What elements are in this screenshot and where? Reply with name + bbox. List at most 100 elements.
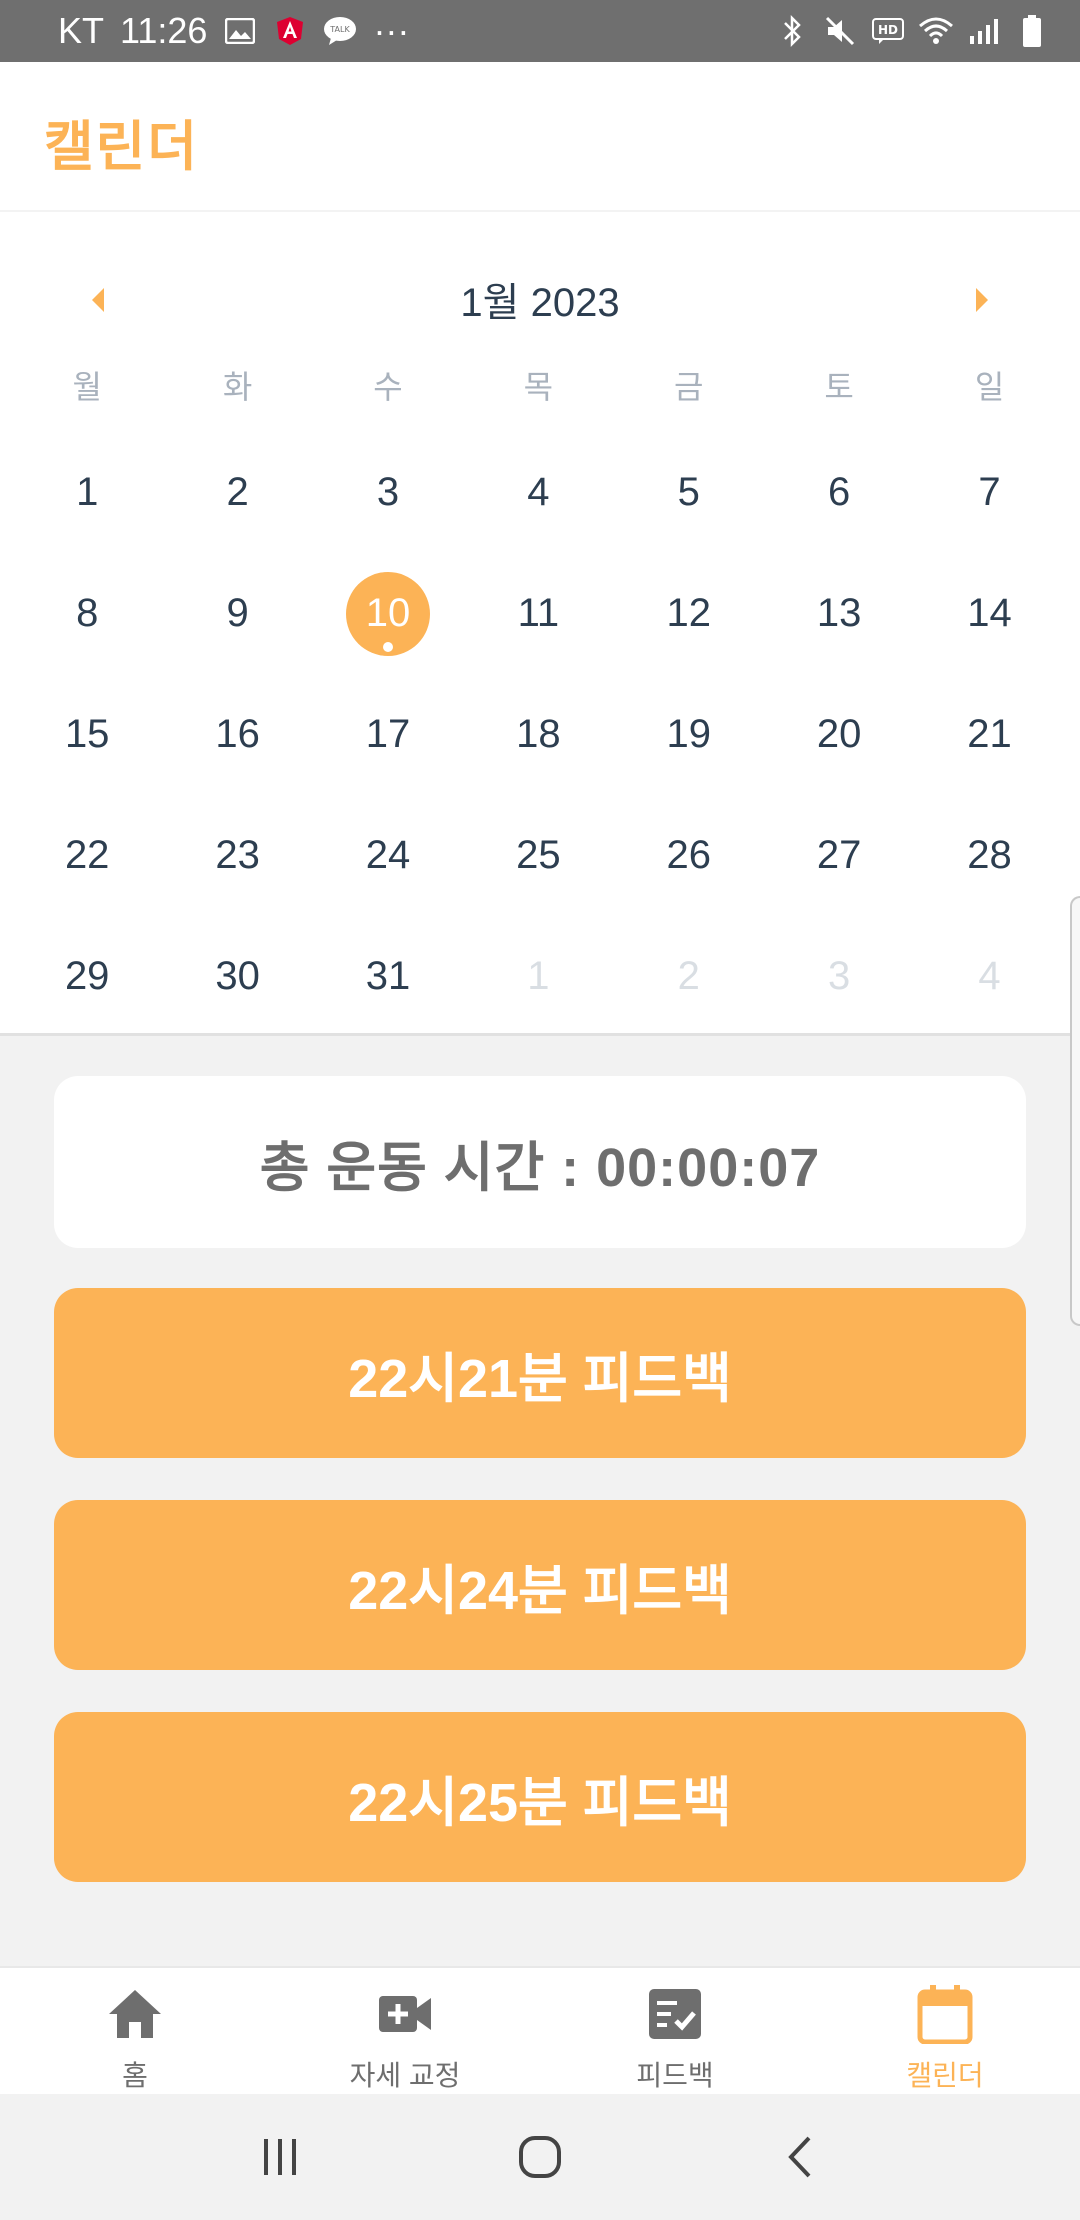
day-number: 29 [64, 954, 110, 998]
angular-app-icon [273, 16, 307, 46]
calendar-day[interactable]: 19 [614, 674, 764, 795]
nav-item-posture[interactable]: 자세 교정 [270, 1968, 540, 2094]
calendar-day[interactable]: 3 [313, 432, 463, 553]
status-time: 11:26 [120, 10, 208, 51]
home-circle-icon [519, 2136, 561, 2178]
day-number: 28 [967, 833, 1012, 877]
bluetooth-icon [774, 13, 810, 49]
recent-apps-icon [264, 2139, 296, 2175]
calendar-day[interactable]: 2 [614, 916, 764, 1037]
day-number: 9 [226, 591, 249, 635]
day-number: 1 [527, 954, 550, 998]
calendar-day[interactable]: 12 [614, 553, 764, 674]
day-number: 22 [64, 833, 110, 877]
home-system-button[interactable] [500, 2117, 580, 2197]
gallery-notification-icon [223, 16, 257, 46]
weekday-label: 화 [222, 369, 253, 405]
nav-item-home[interactable]: 홈 [0, 1968, 270, 2094]
day-number: 23 [215, 833, 260, 877]
kakaotalk-icon: TALK [323, 16, 357, 46]
calendar-day[interactable]: 5 [614, 432, 764, 553]
carrier-label: KT [58, 10, 105, 51]
calendar-day[interactable]: 31 [313, 916, 463, 1037]
home-icon [105, 1984, 165, 2044]
calendar-day[interactable]: 20 [764, 674, 914, 795]
weekday-label: 토 [824, 369, 854, 405]
calendar-day[interactable]: 26 [614, 795, 764, 916]
calendar-day[interactable]: 22 [12, 795, 162, 916]
event-dot [382, 641, 393, 652]
system-nav-bar [0, 2094, 1080, 2220]
calendar-day[interactable]: 2 [162, 432, 312, 553]
calendar-day[interactable]: 11 [463, 553, 613, 674]
feedback-button[interactable]: 22시21분 피드백 [54, 1288, 1026, 1458]
calendar-day[interactable]: 3 [764, 916, 914, 1037]
month-label: 1월 2023 [460, 281, 620, 325]
recent-apps-button[interactable] [240, 2117, 320, 2197]
day-number: 24 [365, 833, 411, 877]
calendar-week-row: 29 30 31 1 2 3 4 [12, 916, 1065, 1037]
calendar-day[interactable]: 18 [463, 674, 613, 795]
weekday-header: 월 화 수 목 금 토 일 [0, 362, 1080, 432]
calendar-day[interactable]: 9 [162, 553, 312, 674]
day-number: 18 [516, 712, 561, 756]
calendar-day[interactable]: 29 [12, 916, 162, 1037]
status-left: KT 11:26 TALK ··· [58, 10, 409, 52]
calendar-day[interactable]: 6 [764, 432, 914, 553]
nav-label: 피드백 [636, 2060, 714, 2091]
checklist-icon [645, 1984, 705, 2044]
calendar-day[interactable]: 4 [914, 916, 1064, 1037]
day-number: 12 [666, 591, 712, 635]
day-number: 1 [76, 470, 99, 514]
feedback-button[interactable]: 22시24분 피드백 [54, 1500, 1026, 1670]
video-plus-icon [375, 1984, 435, 2044]
day-number: 4 [527, 470, 550, 514]
calendar-week-row: 8 9 10 11 12 13 14 [12, 553, 1065, 674]
more-notifications: ··· [373, 10, 410, 51]
day-number: 3 [376, 470, 400, 514]
calendar-day-selected[interactable]: 10 [313, 553, 463, 674]
calendar-day[interactable]: 4 [463, 432, 613, 553]
nav-item-calendar[interactable]: 캘린더 [810, 1968, 1080, 2094]
status-bar: KT 11:26 TALK ··· HD [0, 0, 1080, 62]
feedback-button[interactable]: 22시25분 피드백 [54, 1712, 1026, 1882]
calendar-day[interactable]: 23 [162, 795, 312, 916]
nav-label: 홈 [122, 2060, 148, 2091]
calendar-day[interactable]: 1 [12, 432, 162, 553]
svg-text:HD: HD [878, 23, 898, 37]
edge-panel-handle[interactable] [1070, 896, 1080, 1326]
calendar-day[interactable]: 21 [914, 674, 1064, 795]
calendar-day[interactable]: 1 [463, 916, 613, 1037]
next-month-button[interactable] [962, 280, 1002, 320]
day-number: 25 [516, 833, 561, 877]
calendar-week-row: 22 23 24 25 26 27 28 [12, 795, 1065, 916]
calendar-day[interactable]: 8 [12, 553, 162, 674]
day-number: 19 [666, 712, 712, 756]
weekday-label: 월 [72, 369, 102, 405]
calendar-day[interactable]: 28 [914, 795, 1064, 916]
calendar-day[interactable]: 16 [162, 674, 312, 795]
calendar-day[interactable]: 17 [313, 674, 463, 795]
calendar-day[interactable]: 25 [463, 795, 613, 916]
day-number: 2 [226, 470, 249, 514]
calendar-day[interactable]: 30 [162, 916, 312, 1037]
calendar-day[interactable]: 7 [914, 432, 1064, 553]
calendar-day[interactable]: 14 [914, 553, 1064, 674]
calendar-day[interactable]: 24 [313, 795, 463, 916]
calendar-grid: 1 2 3 4 5 6 7 8 9 10 11 12 13 14 15 16 17 18 19 20 21 22 23 24 2… [12, 432, 1065, 1037]
calendar-day[interactable]: 15 [12, 674, 162, 795]
day-number: 5 [677, 470, 700, 514]
calendar-day[interactable]: 27 [764, 795, 914, 916]
calendar-day[interactable]: 13 [764, 553, 914, 674]
back-button[interactable] [760, 2117, 840, 2197]
calendar-week-row: 15 16 17 18 19 20 21 [12, 674, 1065, 795]
app-header: 캘린더 [0, 62, 1080, 212]
day-number: 15 [64, 712, 110, 756]
day-number: 14 [967, 591, 1012, 635]
day-number: 10 [365, 591, 411, 635]
day-number: 8 [76, 591, 99, 635]
nav-item-feedback[interactable]: 피드백 [540, 1968, 810, 2094]
day-number: 27 [816, 833, 862, 877]
calendar-nav: 1월 2023 [0, 252, 1080, 342]
day-number: 26 [666, 833, 712, 877]
